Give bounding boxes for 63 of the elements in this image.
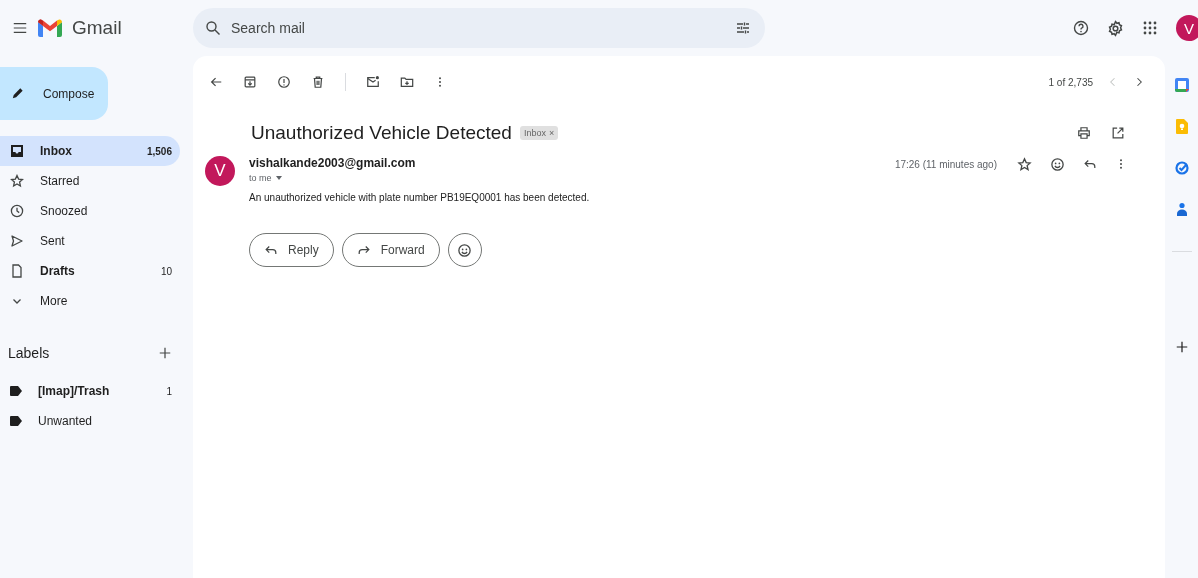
nav-item[interactable]: Sent (0, 226, 180, 256)
emoji-reaction-button[interactable] (447, 233, 482, 267)
apps-grid-icon[interactable] (1142, 20, 1158, 36)
back-arrow-icon[interactable] (209, 75, 223, 89)
document-icon (10, 264, 24, 278)
pencil-icon (10, 86, 25, 101)
compose-button[interactable]: Compose (0, 67, 108, 120)
reply-icon (264, 243, 278, 257)
label-tag-icon (10, 386, 22, 396)
send-icon (10, 234, 24, 248)
nav-item[interactable]: More (0, 286, 180, 316)
reply-button[interactable]: Reply (249, 233, 334, 267)
star-icon[interactable] (1017, 156, 1032, 172)
labels-heading: Labels (8, 345, 50, 361)
email-subject: Unauthorized Vehicle Detected (251, 122, 512, 144)
unread-count: 1,506 (146, 145, 172, 157)
emoji-icon[interactable] (457, 242, 473, 258)
mark-unread-icon[interactable] (366, 75, 380, 89)
help-icon[interactable] (1073, 20, 1089, 36)
logo-icon (38, 19, 62, 37)
add-icon[interactable] (1174, 340, 1189, 354)
open-new-window-icon[interactable] (1111, 126, 1125, 140)
emoji-icon[interactable] (1050, 156, 1065, 172)
timestamp: 17:26 (11 minutes ago) (894, 158, 997, 170)
inbox-tag: Inbox × (519, 126, 559, 140)
filter-options-icon[interactable] (735, 20, 751, 36)
add-label-icon[interactable] (158, 346, 172, 360)
report-spam-icon[interactable] (277, 75, 291, 89)
star-icon (10, 174, 24, 188)
label-item[interactable]: Unwanted (0, 406, 180, 436)
settings-icon[interactable] (1107, 19, 1124, 37)
move-to-folder-icon[interactable] (400, 75, 414, 89)
app-name: Gmail (72, 17, 122, 39)
nav-item[interactable]: Starred (0, 166, 180, 196)
contacts-icon[interactable] (1176, 202, 1187, 216)
sender-email: vishalkande2003@gmail.com (249, 156, 416, 170)
unread-count: 1 (166, 385, 172, 397)
nav-item[interactable]: Inbox 1,506 (0, 136, 180, 166)
recipient-details[interactable]: to me (249, 173, 416, 183)
forward-icon (356, 243, 371, 257)
label-tag-icon (10, 416, 22, 426)
remove-tag-button[interactable]: × (548, 128, 555, 138)
label-item[interactable]: [Imap]/Trash 1 (0, 376, 180, 406)
tasks-icon[interactable] (1174, 161, 1189, 175)
pagination-text: 1 of 2,735 (1048, 76, 1093, 88)
inbox-icon (10, 144, 24, 158)
calendar-icon[interactable] (1174, 78, 1189, 92)
search-bar[interactable]: Search mail (193, 8, 765, 48)
print-icon[interactable] (1077, 126, 1091, 140)
clock-icon (10, 204, 24, 218)
nav-item[interactable]: Snoozed (0, 196, 180, 226)
nav-item[interactable]: Drafts 10 (0, 256, 180, 286)
forward-button[interactable]: Forward (341, 233, 440, 267)
message-body: An unauthorized vehicle with plate number PB19EQ0001 has been detected. (248, 192, 591, 203)
account-avatar[interactable]: V (1176, 15, 1198, 41)
caret-icon (275, 176, 282, 180)
archive-icon[interactable] (243, 75, 257, 89)
trash-icon[interactable] (311, 75, 325, 89)
unread-count: 10 (160, 265, 172, 277)
search-field[interactable]: Search mail (229, 19, 727, 37)
reply-icon[interactable] (1083, 157, 1097, 171)
search-icon (205, 20, 221, 36)
sender-avatar: V (205, 156, 235, 186)
